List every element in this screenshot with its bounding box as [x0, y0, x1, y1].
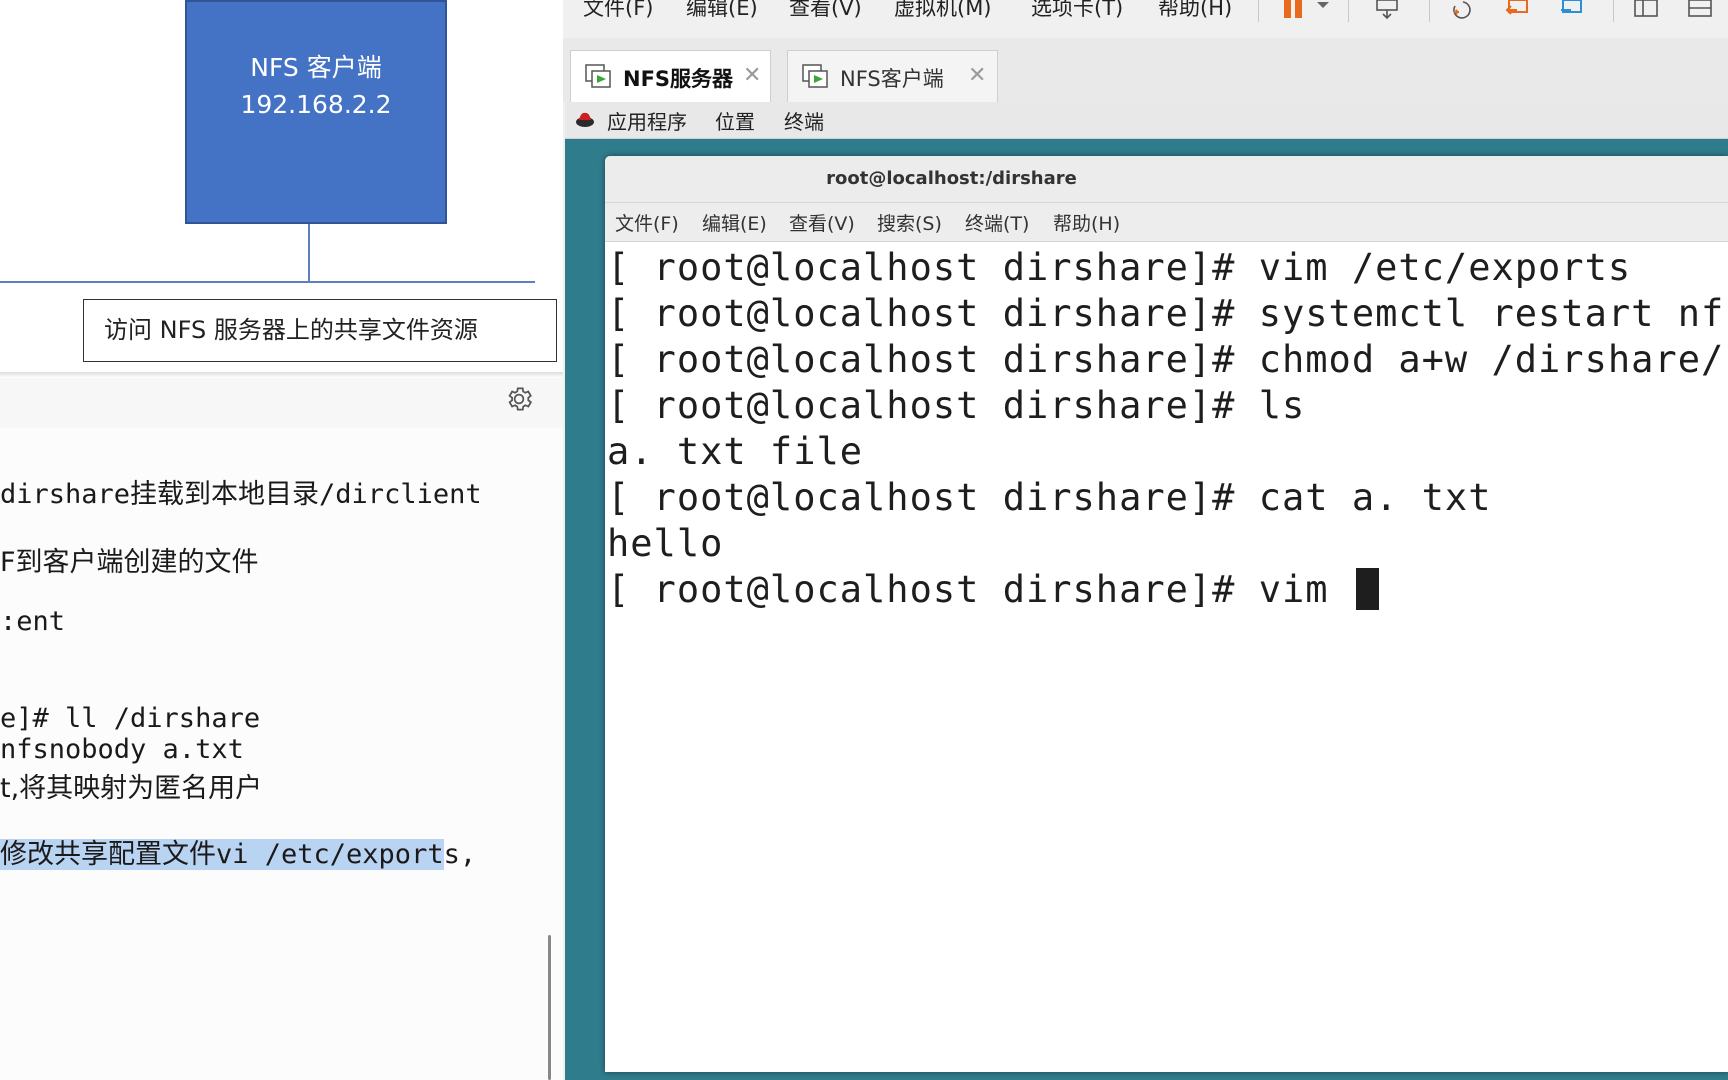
note-line-7: 修改共享配置文件vi /etc/exports, [0, 832, 476, 871]
terminal-current-command: [ root@localhost dirshare]# vim [607, 568, 1352, 611]
toolbar-separator [1429, 0, 1430, 22]
revert-snapshot-icon[interactable] [1505, 0, 1531, 20]
terminal-menubar: 文件(F) 编辑(E) 查看(V) 搜索(S) 终端(T) 帮助(H) [605, 203, 1728, 242]
terminal-window: root@localhost:/dirshare 文件(F) 编辑(E) 查看(… [605, 156, 1728, 1072]
gnome-top-bar: 应用程序 位置 终端 [565, 102, 1728, 139]
toolbar-separator [1348, 0, 1349, 22]
close-icon[interactable]: ✕ [743, 63, 761, 88]
tab-nfs-server[interactable]: NFS服务器 ✕ [570, 50, 771, 102]
network-diagram: NFS 客户端 192.168.2.2 访问 NFS 服务器上的共享文件资源 [0, 0, 563, 372]
split-view-icon[interactable] [1633, 0, 1659, 20]
connector-vertical [308, 224, 310, 282]
note-line-7-tail: s, [443, 839, 477, 870]
nfs-client-node: NFS 客户端 192.168.2.2 [185, 0, 447, 224]
diagram-caption: 访问 NFS 服务器上的共享文件资源 [83, 299, 557, 362]
snapshot-icon[interactable] [1451, 0, 1477, 20]
gnome-applications-menu[interactable]: 应用程序 [607, 106, 687, 135]
terminal-line: [ root@localhost dirshare]# chmod a+w /d… [607, 338, 1725, 381]
redhat-icon [576, 112, 594, 127]
terminal-line: [ root@localhost dirshare]# systemctl re… [607, 292, 1728, 335]
send-keys-icon[interactable] [1375, 0, 1401, 20]
note-line-1: dirshare挂载到本地目录/dirclient [0, 479, 482, 510]
menu-file[interactable]: 文件(F) [583, 0, 653, 22]
document-panel: NFS 客户端 192.168.2.2 访问 NFS 服务器上的共享文件资源 d… [0, 0, 563, 1080]
vm-icon [802, 64, 828, 88]
note-line-5: nfsnobody a.txt [0, 734, 244, 765]
menu-tabs[interactable]: 选项卡(T) [1031, 0, 1123, 22]
terminal-menu-help[interactable]: 帮助(H) [1053, 209, 1120, 236]
pause-icon[interactable] [1281, 0, 1307, 20]
terminal-line: hello [607, 522, 724, 565]
terminal-line: [ root@localhost dirshare]# ls [607, 384, 1306, 427]
note-line-3: :ent [0, 606, 66, 637]
terminal-output[interactable]: [ root@localhost dirshare]# vim /etc/exp… [605, 242, 1728, 1072]
terminal-titlebar[interactable]: root@localhost:/dirshare [605, 156, 1728, 203]
manage-snapshots-icon[interactable] [1559, 0, 1585, 20]
terminal-cursor [1355, 568, 1379, 610]
toolbar-separator [1613, 0, 1614, 22]
close-icon[interactable]: ✕ [968, 63, 986, 88]
dropdown-icon[interactable] [1315, 0, 1331, 20]
gear-icon[interactable] [504, 384, 534, 414]
note-line-6: t,将其映射为匿名用户 [0, 773, 263, 804]
terminal-line: [ root@localhost dirshare]# cat a. txt [607, 476, 1492, 519]
gnome-terminal-menu[interactable]: 终端 [784, 106, 824, 135]
fullscreen-icon[interactable] [1687, 0, 1713, 20]
menu-view[interactable]: 查看(V) [789, 0, 862, 22]
menu-edit[interactable]: 编辑(E) [686, 0, 758, 22]
client-node-title: NFS 客户端 [250, 53, 382, 82]
terminal-line: [ root@localhost dirshare]# vim /etc/exp… [607, 246, 1632, 289]
connector-horizontal [0, 281, 535, 283]
toolbar-separator [1258, 0, 1259, 22]
terminal-menu-search[interactable]: 搜索(S) [877, 209, 942, 236]
client-node-ip: 192.168.2.2 [240, 90, 392, 119]
notes-content: dirshare挂载到本地目录/dirclient F到客户端创建的文件 :en… [0, 428, 563, 1080]
tab-label: NFS客户端 [840, 67, 944, 91]
notes-scrollbar[interactable] [548, 935, 551, 1080]
terminal-menu-edit[interactable]: 编辑(E) [702, 209, 767, 236]
terminal-line: a. txt file [607, 430, 864, 473]
terminal-menu-file[interactable]: 文件(F) [615, 209, 679, 236]
vmware-menubar: 文件(F) 编辑(E) 查看(V) 虚拟机(M) 选项卡(T) 帮助(H) [563, 0, 1728, 39]
vmware-window: 文件(F) 编辑(E) 查看(V) 虚拟机(M) 选项卡(T) 帮助(H) NF… [563, 0, 1728, 1080]
gnome-places-menu[interactable]: 位置 [715, 106, 755, 135]
menu-help[interactable]: 帮助(H) [1158, 0, 1232, 22]
tab-nfs-client[interactable]: NFS客户端 ✕ [787, 50, 998, 102]
tab-label: NFS服务器 [623, 67, 734, 91]
notes-toolbar [0, 378, 563, 428]
selected-text: 修改共享配置文件vi /etc/export [0, 839, 444, 870]
guest-desktop: 应用程序 位置 终端 root@localhost:/dirshare 文件(F… [565, 102, 1728, 1080]
vm-tab-bar: NFS服务器 ✕ NFS客户端 ✕ [563, 38, 1728, 102]
vm-icon [585, 64, 611, 88]
terminal-menu-view[interactable]: 查看(V) [789, 209, 855, 236]
note-line-4: e]# ll /dirshare [0, 703, 261, 734]
terminal-title: root@localhost:/dirshare [826, 168, 1077, 189]
terminal-prompt-line: [ root@localhost dirshare]# vim [607, 568, 1379, 611]
terminal-menu-terminal[interactable]: 终端(T) [965, 209, 1029, 236]
menu-vm[interactable]: 虚拟机(M) [894, 0, 992, 22]
note-line-2: F到客户端创建的文件 [0, 547, 259, 578]
